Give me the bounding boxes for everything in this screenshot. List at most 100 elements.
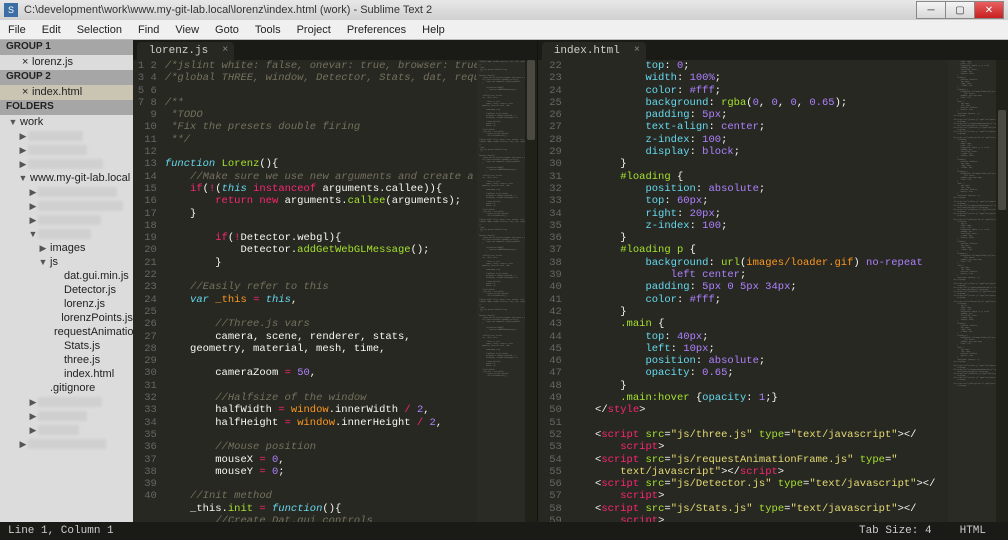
- tree-row[interactable]: dat.gui.min.js: [0, 269, 133, 283]
- sidebar-group1-item[interactable]: ×lorenz.js: [0, 55, 133, 70]
- tree-label: requestAnimationFrame: [52, 326, 133, 338]
- gutter-right: 22 23 24 25 26 27 28 29 30 31 32 33 34 3…: [538, 60, 570, 522]
- tree-label: dat.gui.min.js: [62, 270, 129, 282]
- menubar: FileEditSelectionFindViewGotoToolsProjec…: [0, 20, 1008, 40]
- minimize-button[interactable]: ─: [916, 1, 946, 19]
- tree-row[interactable]: ▶████████: [0, 437, 133, 451]
- tree-row[interactable]: Stats.js: [0, 339, 133, 353]
- menu-edit[interactable]: Edit: [34, 20, 69, 40]
- code-lines-left[interactable]: /*jslint white: false, onevar: true, bro…: [165, 60, 477, 522]
- minimap-left[interactable]: /*jslint white: false, onevar: true, bro…: [477, 60, 525, 522]
- group-item-label: lorenz.js: [32, 56, 73, 68]
- status-tabsize[interactable]: Tab Size: 4: [845, 525, 946, 537]
- chevron-icon: ▶: [28, 397, 38, 408]
- tree-label: ████████: [38, 187, 117, 197]
- chevron-icon: ▶: [28, 411, 38, 422]
- tree-label: ████████: [38, 411, 87, 421]
- editor-pane-left: lorenz.js × 1 2 3 4 5 6 7 8 9 10 11 12 13…: [133, 40, 538, 522]
- chevron-icon: ▼: [8, 117, 18, 127]
- scrollbar-right[interactable]: [996, 60, 1008, 522]
- close-icon[interactable]: ×: [634, 45, 640, 56]
- tree-row[interactable]: ▶images: [0, 241, 133, 255]
- tree-label: index.html: [62, 368, 114, 380]
- sidebar-group1-header: GROUP 1: [0, 40, 133, 55]
- tree-row[interactable]: ▼████████: [0, 227, 133, 241]
- tree-label: ████████: [38, 425, 79, 435]
- app-icon: S: [4, 3, 18, 17]
- tree-label: images: [48, 242, 85, 254]
- chevron-icon: ▶: [18, 439, 28, 450]
- tree-label: lorenz.js: [62, 298, 105, 310]
- folder-tree: ▼work▶████████▶████████▶████████▼www.my-…: [0, 115, 133, 522]
- tree-row[interactable]: ▶████████: [0, 185, 133, 199]
- tab-index[interactable]: index.html ×: [542, 42, 646, 60]
- tree-label: ████████: [38, 201, 123, 211]
- tree-row[interactable]: ▶████████: [0, 143, 133, 157]
- close-icon[interactable]: ×: [222, 45, 228, 56]
- sidebar: GROUP 1 ×lorenz.js GROUP 2 ×index.html F…: [0, 40, 133, 522]
- chevron-icon: ▶: [28, 187, 38, 198]
- tree-label: lorenzPoints.js: [59, 312, 133, 324]
- window-titlebar: S C:\development\work\www.my-git-lab.loc…: [0, 0, 1008, 20]
- tree-row[interactable]: ▶████████: [0, 395, 133, 409]
- tree-label: work: [18, 116, 43, 128]
- tree-row[interactable]: lorenz.js: [0, 297, 133, 311]
- menu-project[interactable]: Project: [289, 20, 339, 40]
- menu-help[interactable]: Help: [414, 20, 453, 40]
- tree-row[interactable]: index.html: [0, 367, 133, 381]
- chevron-icon: ▶: [38, 243, 48, 254]
- tree-label: ████████: [28, 159, 103, 169]
- menu-selection[interactable]: Selection: [69, 20, 130, 40]
- maximize-button[interactable]: ▢: [945, 1, 975, 19]
- chevron-icon: ▶: [28, 201, 38, 212]
- tree-row[interactable]: ▼www.my-git-lab.local: [0, 171, 133, 185]
- tree-row[interactable]: ▶████████: [0, 199, 133, 213]
- tree-row[interactable]: requestAnimationFrame: [0, 325, 133, 339]
- scroll-thumb[interactable]: [998, 110, 1006, 210]
- scrollbar-left[interactable]: [525, 60, 537, 522]
- tree-label: ████████: [28, 145, 87, 155]
- tree-label: www.my-git-lab.local: [28, 172, 130, 184]
- sidebar-group2-item[interactable]: ×index.html: [0, 85, 133, 100]
- chevron-icon: ▶: [28, 215, 38, 226]
- tree-label: three.js: [62, 354, 100, 366]
- tree-label: ████████: [28, 439, 106, 449]
- tree-row[interactable]: .gitignore: [0, 381, 133, 395]
- code-lines-right[interactable]: top: 0; width: 100%; color: #fff; backgr…: [570, 60, 948, 522]
- status-syntax[interactable]: HTML: [946, 525, 1000, 537]
- status-cursor: Line 1, Column 1: [8, 525, 845, 537]
- menu-file[interactable]: File: [0, 20, 34, 40]
- tree-row[interactable]: ▶████████: [0, 423, 133, 437]
- tab-lorenz[interactable]: lorenz.js ×: [137, 42, 234, 60]
- editor-area: lorenz.js × 1 2 3 4 5 6 7 8 9 10 11 12 13…: [133, 40, 1008, 522]
- code-body-left[interactable]: 1 2 3 4 5 6 7 8 9 10 11 12 13 14 15 16 1…: [133, 60, 537, 522]
- tree-row[interactable]: lorenzPoints.js: [0, 311, 133, 325]
- statusbar: Line 1, Column 1 Tab Size: 4 HTML: [0, 522, 1008, 540]
- menu-goto[interactable]: Goto: [207, 20, 247, 40]
- tree-row[interactable]: ▶████████: [0, 213, 133, 227]
- window-controls: ─ ▢ ✕: [917, 1, 1004, 19]
- tree-row[interactable]: three.js: [0, 353, 133, 367]
- minimap-right[interactable]: top: 0; width: 100%; color: #fff; backgr…: [948, 60, 996, 522]
- menu-find[interactable]: Find: [130, 20, 167, 40]
- scroll-thumb[interactable]: [527, 60, 535, 140]
- tab-label: lorenz.js: [149, 45, 208, 57]
- tree-row[interactable]: ▶████████: [0, 157, 133, 171]
- tree-row[interactable]: ▶████████: [0, 129, 133, 143]
- tree-row[interactable]: ▶████████: [0, 409, 133, 423]
- menu-preferences[interactable]: Preferences: [339, 20, 414, 40]
- tree-label: Stats.js: [62, 340, 100, 352]
- tree-row[interactable]: ▼work: [0, 115, 133, 129]
- code-body-right[interactable]: 22 23 24 25 26 27 28 29 30 31 32 33 34 3…: [538, 60, 1008, 522]
- chevron-icon: ▼: [28, 229, 38, 239]
- close-button[interactable]: ✕: [974, 1, 1004, 19]
- sidebar-folders-header: FOLDERS: [0, 100, 133, 115]
- tree-label: ████████: [38, 397, 102, 407]
- tab-label: index.html: [554, 45, 620, 57]
- tree-row[interactable]: ▼js: [0, 255, 133, 269]
- menu-view[interactable]: View: [167, 20, 207, 40]
- tree-row[interactable]: Detector.js: [0, 283, 133, 297]
- menu-tools[interactable]: Tools: [247, 20, 289, 40]
- chevron-icon: ▼: [38, 257, 48, 267]
- sidebar-group2-header: GROUP 2: [0, 70, 133, 85]
